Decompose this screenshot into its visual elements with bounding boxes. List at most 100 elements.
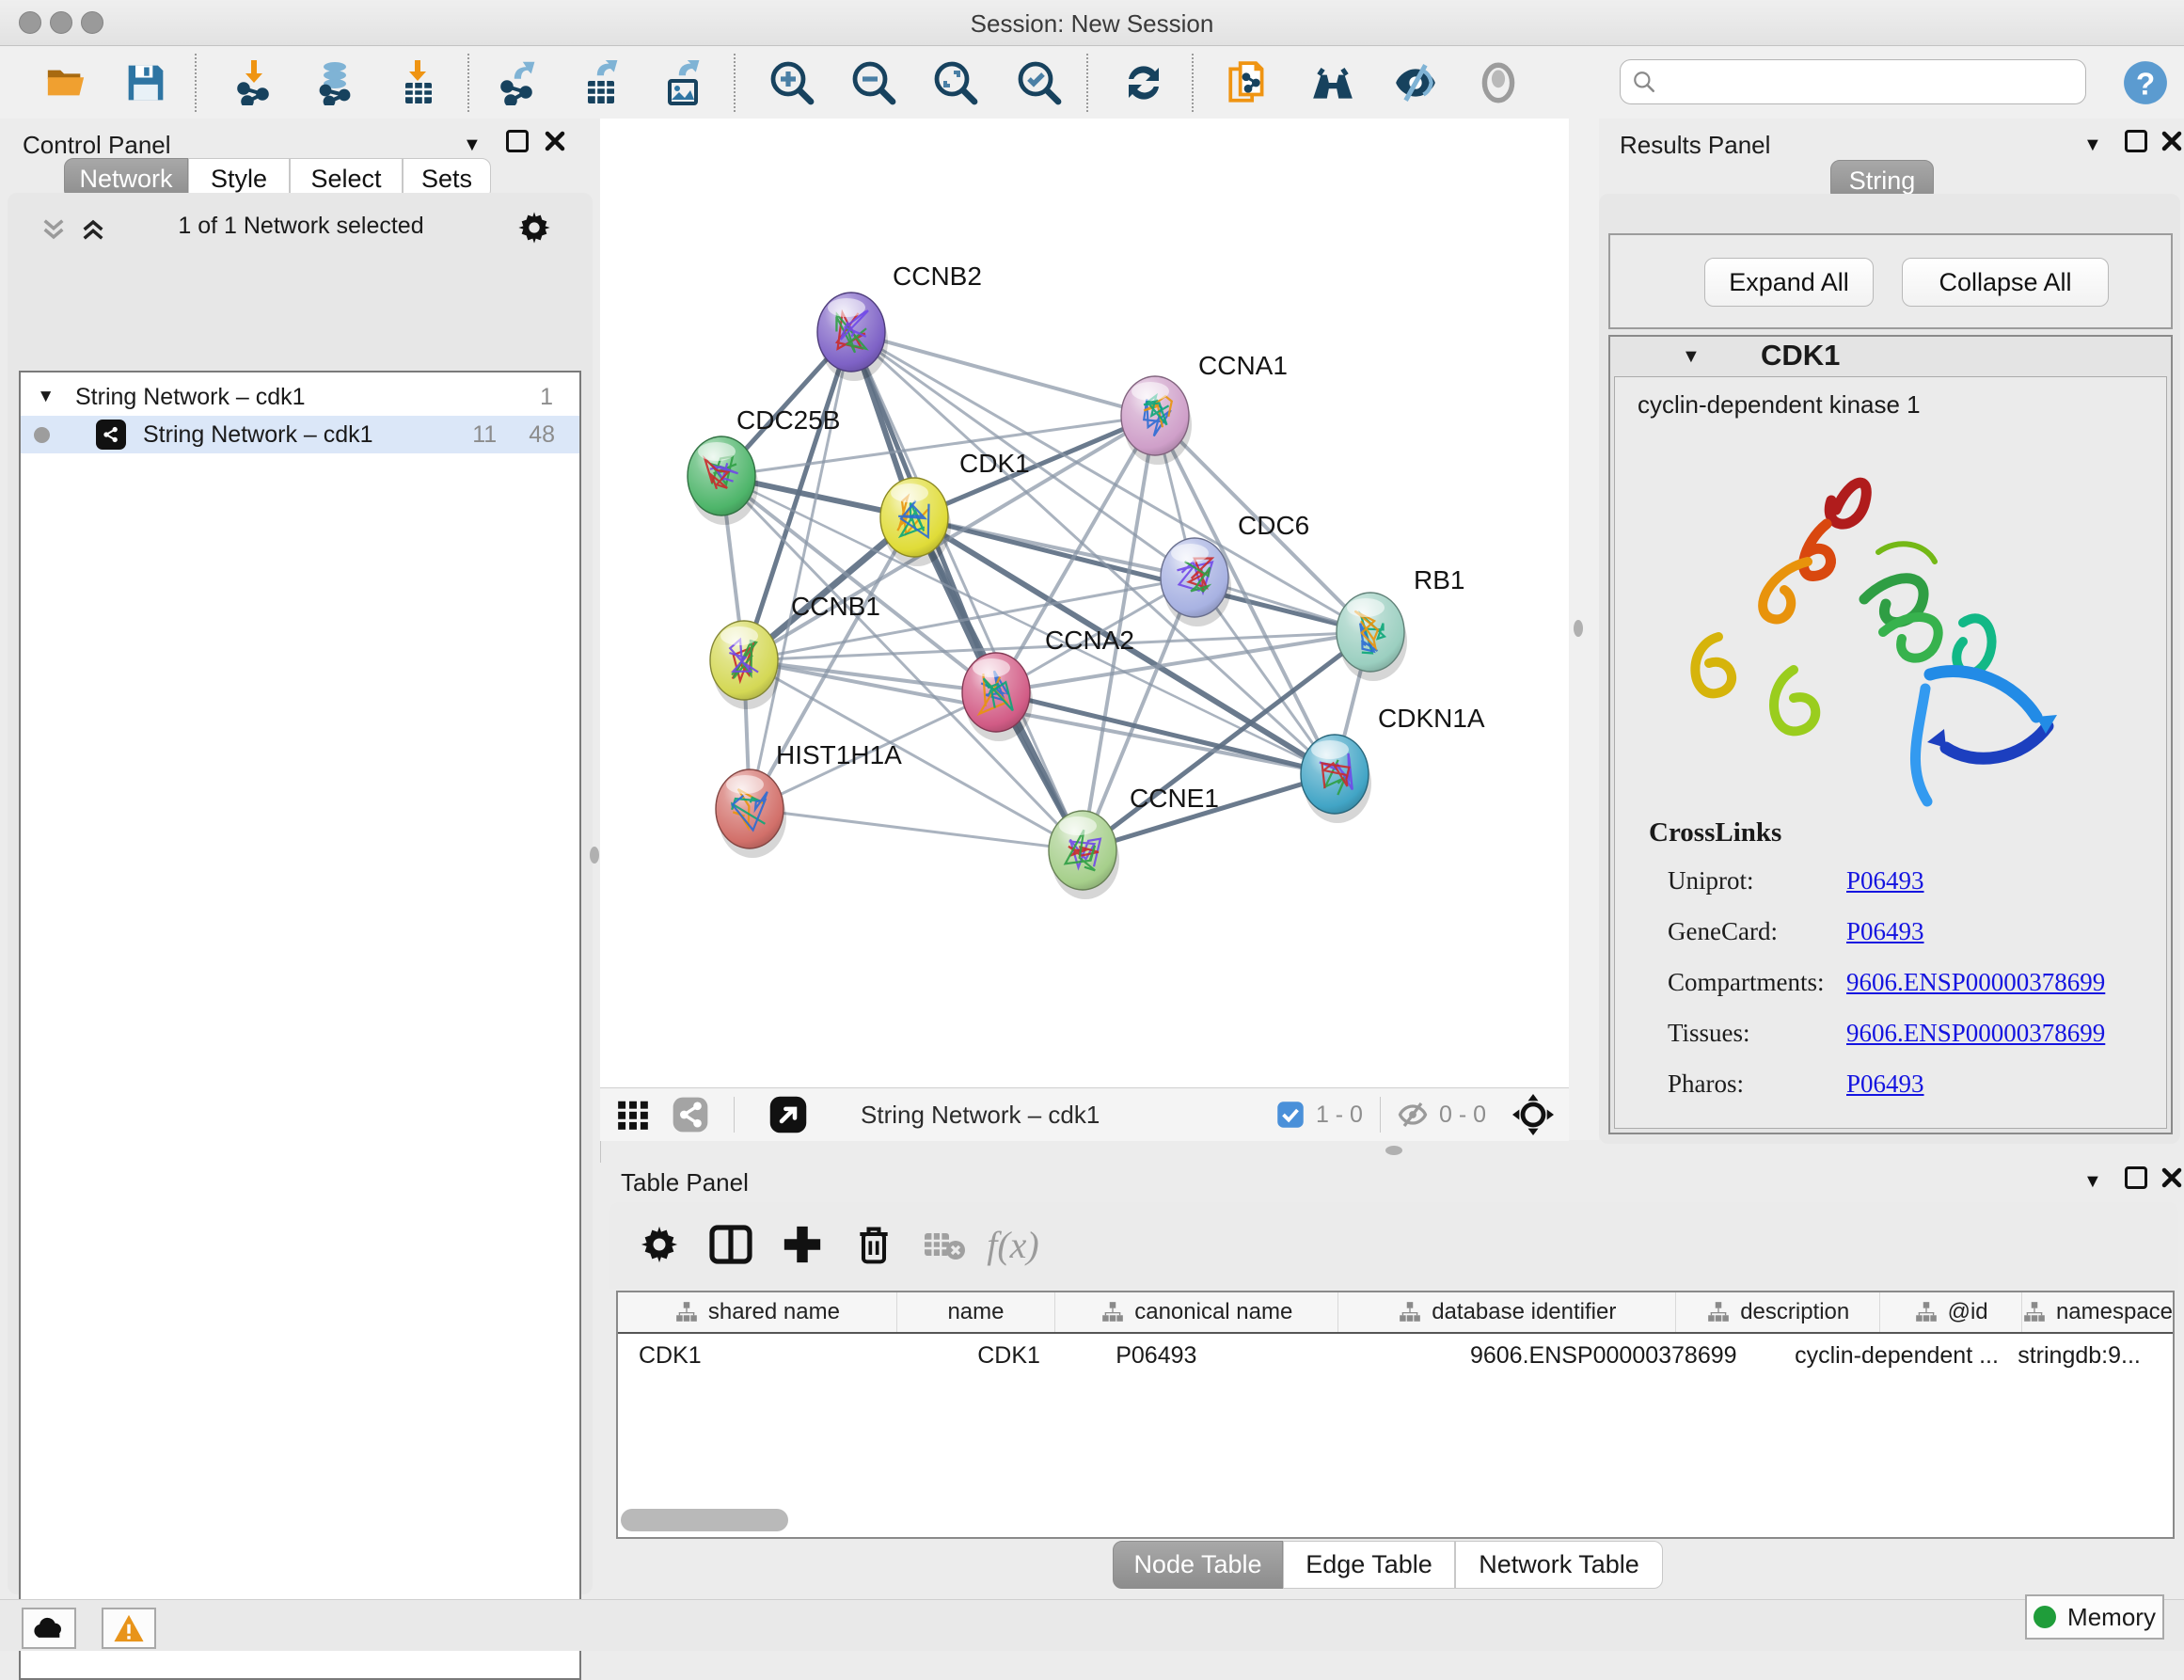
column-label: namespace [2056, 1299, 2173, 1325]
tab-node-table[interactable]: Node Table [1113, 1541, 1283, 1589]
expand-all-button[interactable]: Expand All [1704, 258, 1874, 307]
close-results-icon[interactable] [2160, 130, 2183, 152]
zoom-out-button[interactable] [850, 59, 897, 106]
clone-network-button[interactable] [1225, 59, 1272, 106]
network-node-CDC25B[interactable]: CDC25B [688, 405, 840, 525]
network-node-HIST1H1A[interactable]: HIST1H1A [716, 740, 902, 858]
col-shared-name[interactable]: shared name [618, 1292, 897, 1332]
open-in-new-window-icon[interactable] [768, 1095, 808, 1134]
import-network-database-button[interactable] [311, 59, 358, 106]
export-table-file-button[interactable] [578, 59, 625, 106]
eye-gray-icon [1475, 59, 1522, 106]
float-results-icon[interactable] [2125, 130, 2147, 152]
column-network-icon [674, 1300, 699, 1324]
toolbar-separator [1086, 54, 1088, 112]
collapse-results-icon[interactable]: ▼ [2083, 135, 2102, 154]
table-header-row: shared name name canonical name database… [618, 1292, 2173, 1334]
import-network-icon [232, 60, 277, 105]
float-table-panel-icon[interactable] [2125, 1166, 2147, 1189]
col-name[interactable]: name [897, 1292, 1055, 1332]
memory-button[interactable]: Memory [2025, 1594, 2164, 1640]
gene-collapse-icon[interactable]: ▼ [1682, 346, 1701, 368]
cell-database-identifier: 9606.ENSP00000378699 [1404, 1342, 1774, 1370]
tree-expand-icon[interactable]: ▼ [21, 387, 55, 407]
share-view-icon[interactable] [672, 1096, 709, 1133]
toolbar-separator [1192, 54, 1194, 112]
network-view-title: String Network – cdk1 [861, 1101, 1100, 1130]
open-session-button[interactable] [42, 59, 89, 106]
zoom-selected-icon [1017, 60, 1062, 105]
help-button[interactable]: ? [2122, 59, 2169, 106]
close-panel-icon[interactable] [544, 130, 566, 152]
collapse-all-networks-icon[interactable] [38, 214, 70, 245]
network-canvas[interactable]: CCNB2CCNA1CDC25BCDK1CDC6RB1CCNB1CCNA2CDK… [600, 119, 1569, 1087]
bottom-splitter-handle[interactable] [1385, 1146, 1402, 1155]
delete-column-button[interactable] [845, 1215, 903, 1274]
col-at-id[interactable]: @id [1880, 1292, 2022, 1332]
network-collection-row[interactable]: ▼ String Network – cdk1 1 [21, 378, 579, 416]
export-network-file-button[interactable] [495, 59, 542, 106]
zoom-in-button[interactable] [768, 59, 815, 106]
left-splitter-handle[interactable] [590, 847, 599, 864]
node-label: RB1 [1414, 565, 1464, 594]
find-button[interactable] [1309, 59, 1356, 106]
network-node-CDKN1A[interactable]: CDKN1A [1301, 704, 1485, 823]
network-edge[interactable] [744, 660, 996, 692]
show-columns-button[interactable] [702, 1215, 760, 1274]
network-options-gear-icon[interactable] [515, 209, 553, 246]
crosslink-value[interactable]: 9606.ENSP00000378699 [1846, 1019, 2105, 1048]
import-table-file-button[interactable] [395, 59, 442, 106]
export-image-button[interactable] [659, 59, 706, 106]
close-table-panel-icon[interactable] [2160, 1166, 2183, 1189]
control-panel: Control Panel ▼ Network Style Select Set… [0, 119, 601, 1599]
crosslink-value[interactable]: P06493 [1846, 1070, 1924, 1099]
network-edge[interactable] [851, 332, 1083, 850]
selected-checkbox-icon[interactable] [1276, 1101, 1305, 1129]
import-network-file-button[interactable] [231, 59, 278, 106]
navigator-crosshair-icon[interactable] [1512, 1094, 1554, 1135]
collapse-all-button[interactable]: Collapse All [1902, 258, 2109, 307]
right-splitter-handle[interactable] [1574, 620, 1583, 637]
crosslink-value[interactable]: 9606.ENSP00000378699 [1846, 968, 2105, 997]
network-row-selected[interactable]: String Network – cdk1 11 48 [21, 416, 579, 453]
col-database-identifier[interactable]: database identifier [1338, 1292, 1676, 1332]
col-namespace[interactable]: namespace [2022, 1292, 2173, 1332]
tab-network-table[interactable]: Network Table [1455, 1541, 1663, 1589]
collapse-table-panel-icon[interactable]: ▼ [2083, 1172, 2102, 1191]
float-panel-icon[interactable] [506, 130, 529, 152]
collapse-panel-icon[interactable]: ▼ [463, 135, 482, 154]
table-options-button[interactable] [630, 1215, 688, 1274]
col-description[interactable]: description [1676, 1292, 1880, 1332]
apply-layout-button[interactable] [1120, 59, 1167, 106]
table-panel-title: Table Panel [621, 1168, 749, 1197]
create-column-button[interactable] [773, 1215, 831, 1274]
hide-selected-button[interactable] [1392, 59, 1439, 106]
title-bar: Session: New Session [0, 0, 2184, 46]
network-collection-label: String Network – cdk1 [75, 384, 540, 411]
network-node-RB1[interactable]: RB1 [1337, 565, 1464, 681]
crosslink-row: GeneCard: P06493 [1668, 906, 2157, 957]
network-node-CCNA1[interactable]: CCNA1 [1121, 351, 1288, 465]
save-session-button[interactable] [122, 59, 169, 106]
zoom-selected-button[interactable] [1016, 59, 1063, 106]
show-all-button[interactable] [1475, 59, 1522, 106]
toolbar-search[interactable] [1620, 59, 2086, 104]
grid-view-icon[interactable] [615, 1097, 651, 1133]
network-edge[interactable] [914, 416, 1155, 517]
network-edge[interactable] [750, 809, 1083, 850]
warnings-button[interactable] [102, 1608, 156, 1649]
node-table: shared name name canonical name database… [616, 1291, 2175, 1539]
crosslink-value[interactable]: P06493 [1846, 917, 1924, 946]
crosslink-value[interactable]: P06493 [1846, 866, 1924, 895]
tab-edge-table[interactable]: Edge Table [1283, 1541, 1455, 1589]
network-node-CCNE1[interactable]: CCNE1 [1049, 784, 1219, 899]
refresh-icon [1121, 60, 1166, 105]
table-row[interactable]: CDK1 CDK1 P06493 9606.ENSP00000378699 cy… [618, 1334, 2173, 1377]
table-horizontal-scrollbar[interactable] [621, 1509, 788, 1531]
search-input[interactable] [1656, 68, 2065, 96]
network-view-toolbar: String Network – cdk1 1 - 0 0 - 0 [600, 1087, 1569, 1141]
col-canonical-name[interactable]: canonical name [1055, 1292, 1338, 1332]
network-edge[interactable] [750, 332, 851, 809]
cloud-status-button[interactable] [22, 1608, 76, 1649]
zoom-fit-button[interactable] [932, 59, 979, 106]
